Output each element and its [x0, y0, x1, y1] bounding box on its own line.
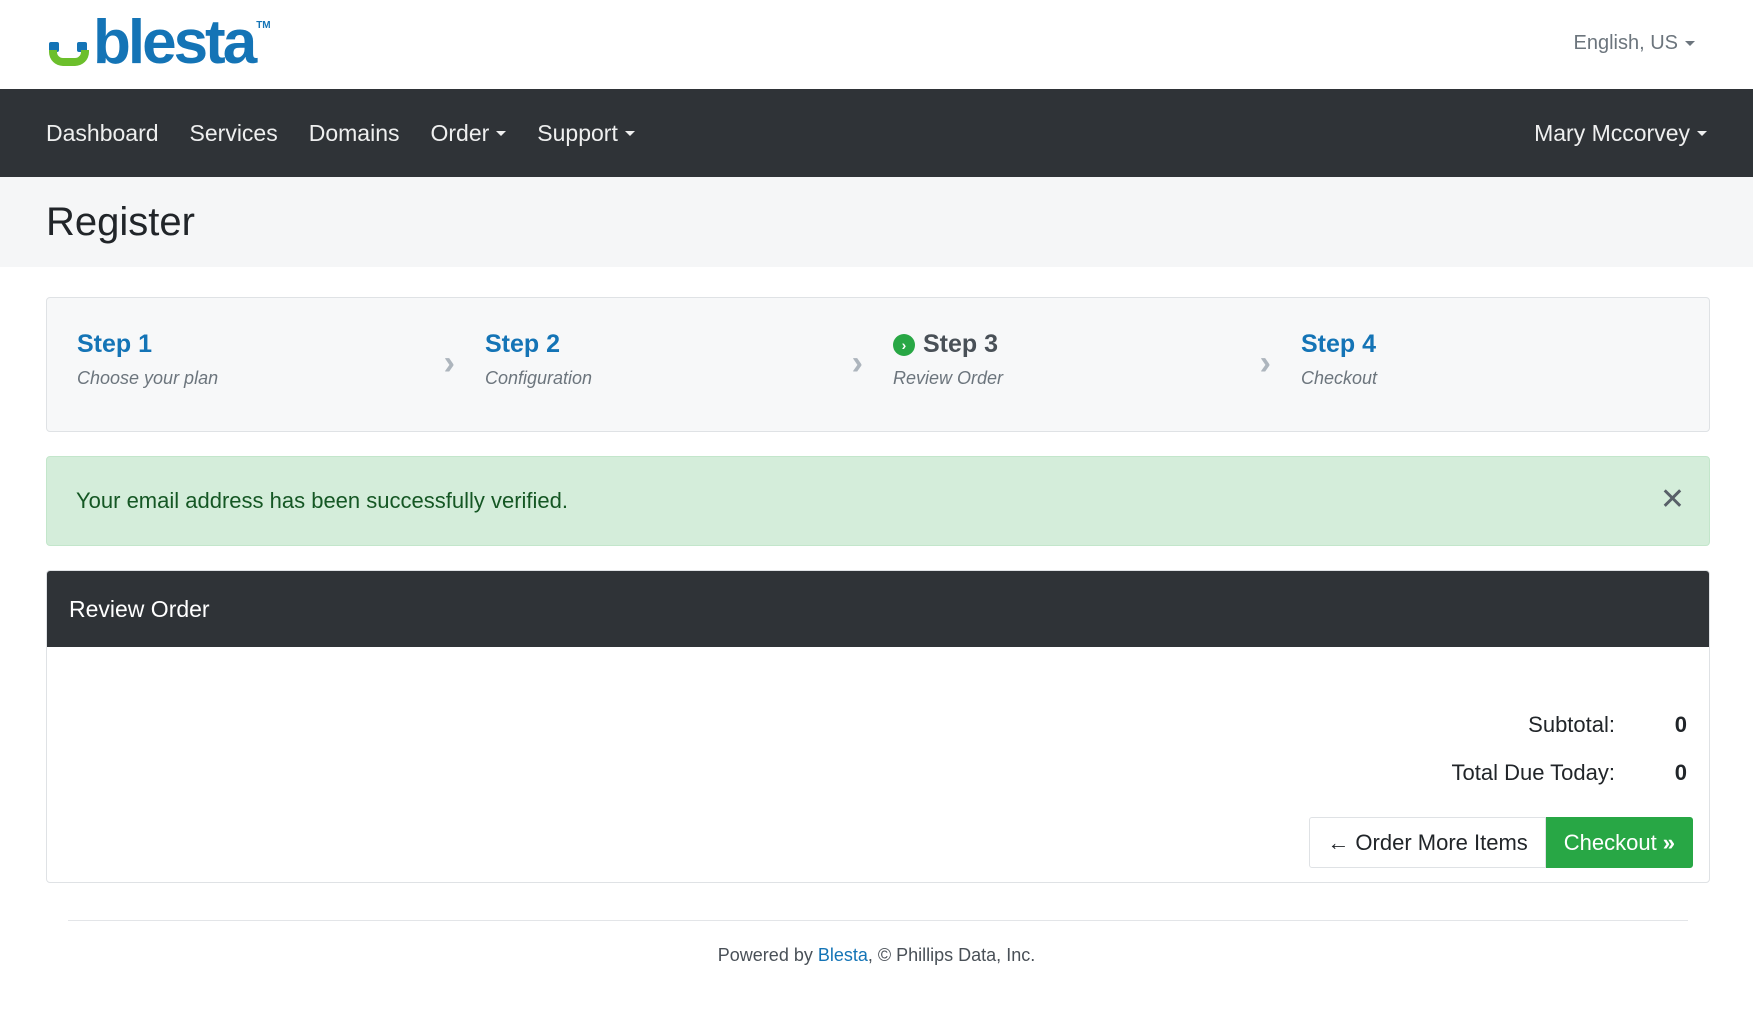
caret-down-icon — [496, 130, 507, 136]
top-header: blesta TM English, US — [0, 0, 1753, 89]
footer-prefix: Powered by — [717, 945, 818, 965]
caret-down-icon — [1697, 130, 1707, 136]
chevron-right-icon: › — [851, 344, 863, 382]
footer-blesta-link[interactable]: Blesta — [818, 945, 868, 965]
success-alert: Your email address has been successfully… — [46, 456, 1710, 546]
nav-services[interactable]: Services — [190, 120, 278, 147]
language-label: English, US — [1573, 32, 1679, 54]
nav-order-label: Order — [430, 119, 490, 146]
main-navbar: Dashboard Services Domains Order Support… — [0, 89, 1753, 177]
close-icon[interactable]: ✕ — [1660, 485, 1685, 515]
review-order-title: Review Order — [69, 595, 210, 622]
step-1-title: Step 1 — [77, 330, 153, 358]
step-3-subtitle: Review Order — [893, 368, 1004, 388]
current-step-icon: › — [893, 333, 915, 356]
nav-dashboard[interactable]: Dashboard — [46, 120, 159, 147]
subtotal-row: Subtotal: 0 — [1452, 701, 1687, 749]
caret-down-icon — [624, 130, 635, 136]
nav-domains-label: Domains — [308, 119, 400, 146]
order-more-items-label: Order More Items — [1355, 829, 1528, 855]
logo-mark-icon — [45, 20, 91, 72]
user-name: Mary Mccorvey — [1534, 119, 1690, 146]
order-totals: Subtotal: 0 Total Due Today: 0 — [1452, 701, 1687, 797]
checkout-button[interactable]: Checkout » — [1545, 817, 1693, 868]
nav-support-dropdown[interactable]: Support — [537, 120, 635, 147]
step-1[interactable]: Step 1 Choose your plan › — [47, 298, 455, 431]
subtotal-value: 0 — [1674, 712, 1687, 737]
footer-suffix: , © Phillips Data, Inc. — [867, 945, 1036, 965]
step-4-subtitle: Checkout — [1301, 368, 1378, 388]
footer: Powered by Blesta, © Phillips Data, Inc. — [0, 945, 1753, 966]
language-dropdown[interactable]: English, US — [1573, 32, 1695, 55]
page-title-bar: Register — [0, 177, 1753, 267]
total-due-label: Total Due Today: — [1451, 760, 1615, 785]
step-3: › Step 3 Review Order › — [863, 298, 1271, 431]
nav-order-dropdown[interactable]: Order — [431, 120, 507, 147]
logo-text: blesta — [93, 8, 257, 77]
page-title: Register — [46, 199, 195, 244]
step-4[interactable]: Step 4 Checkout — [1271, 298, 1679, 431]
step-2-subtitle: Configuration — [485, 368, 593, 388]
order-more-items-button[interactable]: ← Order More Items — [1309, 817, 1546, 868]
blesta-logo[interactable]: blesta TM — [45, 8, 271, 77]
chevron-right-icon: › — [1259, 344, 1271, 382]
step-1-subtitle: Choose your plan — [77, 368, 219, 388]
logo-trademark: TM — [256, 20, 271, 31]
caret-down-icon — [1685, 41, 1695, 46]
subtotal-label: Subtotal: — [1528, 712, 1615, 737]
user-menu-dropdown[interactable]: Mary Mccorvey — [1534, 120, 1707, 147]
order-actions: ← Order More Items Checkout » — [1309, 817, 1693, 868]
total-due-value: 0 — [1674, 760, 1687, 785]
nav-support-label: Support — [537, 119, 618, 146]
order-steps: Step 1 Choose your plan › Step 2 Configu… — [46, 297, 1710, 432]
nav-domains[interactable]: Domains — [309, 120, 400, 147]
nav-services-label: Services — [189, 119, 278, 146]
step-3-title-row: › Step 3 — [893, 330, 1271, 359]
chevron-right-icon: › — [443, 344, 455, 382]
checkout-label: Checkout — [1563, 829, 1657, 855]
nav-dashboard-label: Dashboard — [46, 119, 159, 146]
review-order-header: Review Order — [47, 571, 1709, 647]
total-due-row: Total Due Today: 0 — [1452, 749, 1687, 797]
review-order-card: Review Order Subtotal: 0 Total Due Today… — [46, 570, 1710, 883]
double-chevron-right-icon: » — [1662, 829, 1675, 855]
step-2[interactable]: Step 2 Configuration › — [455, 298, 863, 431]
arrow-left-icon: ← — [1327, 829, 1350, 855]
alert-message: Your email address has been successfully… — [76, 488, 569, 513]
step-3-title: Step 3 — [923, 330, 999, 358]
step-2-title: Step 2 — [485, 330, 561, 358]
footer-divider — [68, 920, 1688, 921]
step-4-title: Step 4 — [1301, 330, 1377, 358]
